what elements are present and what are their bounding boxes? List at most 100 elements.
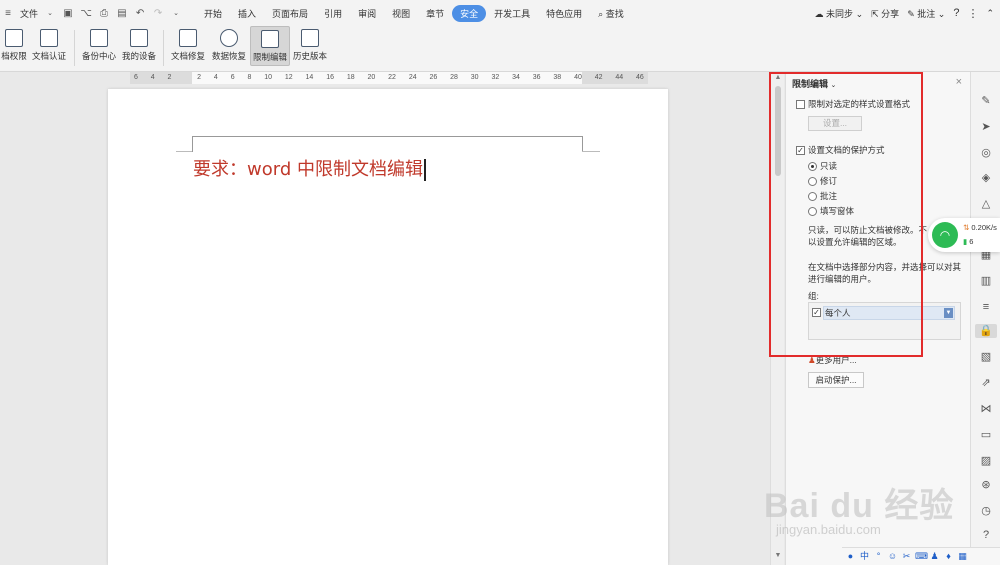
doc-permission-button[interactable]: 档权限	[0, 26, 28, 66]
everyone-checkbox[interactable]: ✓	[812, 308, 821, 317]
file-menu[interactable]: 文件	[20, 7, 38, 20]
tab-home[interactable]: 开始	[196, 5, 230, 22]
ime-emoji-icon[interactable]: ☺	[887, 551, 898, 562]
chevron-down-icon[interactable]: ⌄	[831, 82, 837, 89]
recovery-icon	[220, 29, 238, 47]
more-icon[interactable]: ⋮	[967, 7, 978, 20]
ruler-number: 36	[532, 74, 541, 81]
pen-icon[interactable]: ✎	[979, 94, 993, 108]
ime-scissors-icon[interactable]: ✂	[901, 551, 912, 562]
tab-view[interactable]: 视图	[384, 5, 418, 22]
group-list: ✓ 每个人 ▼	[808, 302, 961, 340]
revision-label: 修订	[820, 176, 838, 186]
tab-security[interactable]: 安全	[452, 4, 487, 22]
ruler-number: 38	[553, 74, 562, 81]
restrict-edit-button[interactable]: 限制编辑	[250, 26, 290, 66]
export-icon[interactable]: ⇗	[979, 376, 993, 390]
ime-logo-icon[interactable]: ●	[845, 551, 856, 562]
ruler-number: 6	[134, 74, 138, 81]
tab-references[interactable]: 引用	[316, 5, 350, 22]
print-icon[interactable]: ⎙	[98, 7, 110, 19]
scroll-thumb[interactable]	[775, 86, 781, 176]
chevron-down-icon[interactable]: ⌄	[44, 7, 56, 19]
option-fill-form[interactable]: 填写窗体	[808, 205, 854, 217]
comment-icon: ✎	[907, 8, 915, 19]
doc-repair-button[interactable]: 文档修复	[168, 26, 208, 66]
more-users-link[interactable]: ♟更多用户...	[808, 354, 857, 366]
comment-button[interactable]: ✎ 批注 ⌄	[907, 7, 945, 20]
ruler-number: 22	[388, 74, 396, 81]
ime-grid-icon[interactable]: ▦	[957, 551, 968, 562]
history-button[interactable]: 历史版本	[290, 26, 330, 66]
cursor-icon[interactable]: ➤	[979, 120, 993, 134]
scroll-up-icon[interactable]: ▲	[774, 74, 782, 81]
collapse-icon[interactable]: ⌃	[986, 8, 994, 19]
tab-review[interactable]: 审阅	[350, 5, 384, 22]
data-recovery-button[interactable]: 数据恢复	[208, 26, 250, 66]
compass-icon[interactable]: ⊛	[979, 478, 993, 492]
protect-option[interactable]: ✓ 设置文档的保护方式	[796, 144, 885, 156]
print-preview-icon[interactable]: ▤	[116, 7, 128, 19]
tab-chapter[interactable]: 章节	[418, 5, 452, 22]
lines-icon[interactable]: ≡	[979, 300, 993, 314]
dropdown-arrow-icon[interactable]: ▼	[944, 308, 953, 318]
start-protect-button[interactable]: 启动保护...	[808, 372, 864, 388]
archive-icon[interactable]: ▭	[979, 428, 993, 442]
option-revision[interactable]: 修订	[808, 175, 837, 187]
backup-center-button[interactable]: 备份中心	[79, 26, 119, 66]
revision-radio[interactable]	[808, 177, 817, 187]
document-text[interactable]: 要求：word 中限制文档编辑	[193, 155, 426, 181]
vertical-scrollbar[interactable]: ▲ ▼	[770, 72, 784, 565]
triangle-icon[interactable]: △	[979, 197, 993, 211]
option-readonly[interactable]: 只读	[808, 160, 837, 172]
location-icon[interactable]: ◎	[979, 146, 993, 160]
readonly-radio[interactable]	[808, 162, 817, 172]
ime-user-icon[interactable]: ♟	[929, 551, 940, 562]
menu-tabs: 开始 插入 页面布局 引用 审阅 视图 章节 安全 开发工具 特色应用 ⌕ 查找	[196, 4, 632, 22]
ruler-number: 6	[230, 74, 235, 81]
redo-icon[interactable]: ↷	[152, 7, 164, 19]
tab-insert[interactable]: 插入	[230, 5, 264, 22]
sync-button[interactable]: ☁ 未同步 ⌄	[815, 7, 864, 20]
settings-button[interactable]: 设置...	[808, 116, 862, 131]
lock-icon[interactable]: 🔒	[975, 324, 997, 338]
customize-icon[interactable]: ⌄	[170, 7, 182, 19]
option-comment[interactable]: 批注	[808, 190, 837, 202]
ime-chinese-icon[interactable]: 中	[859, 551, 870, 562]
share-nodes-icon[interactable]: ⋈	[979, 402, 993, 416]
scroll-down-icon[interactable]: ▼	[774, 552, 782, 559]
history-clock-icon[interactable]: ◷	[979, 504, 993, 518]
format-restrict-option[interactable]: 限制对选定的样式设置格式	[796, 98, 910, 110]
image-icon[interactable]: ▨	[979, 454, 993, 468]
chart-icon[interactable]: ▥	[979, 274, 993, 288]
doc-certify-button[interactable]: 文档认证	[28, 26, 70, 66]
save-icon[interactable]: ▣	[62, 7, 74, 19]
help-circle-icon[interactable]: ?	[979, 528, 993, 542]
tab-page-layout[interactable]: 页面布局	[264, 5, 316, 22]
everyone-select[interactable]: 每个人 ▼	[823, 306, 955, 320]
my-device-button[interactable]: 我的设备	[119, 26, 159, 66]
tab-developer[interactable]: 开发工具	[486, 5, 538, 22]
search-button[interactable]: ⌕ 查找	[590, 5, 632, 22]
ime-keyboard-icon[interactable]: ⌨	[915, 551, 928, 562]
doc-search-icon[interactable]: ▧	[979, 350, 993, 364]
network-widget[interactable]: ◠ ⇅ 0.20K/s ▮ 6	[928, 218, 1000, 252]
share-button[interactable]: ⇱ 分享	[871, 7, 899, 20]
protect-checkbox[interactable]: ✓	[796, 146, 805, 156]
format-painter-icon[interactable]: ⌥	[80, 7, 92, 19]
document-page[interactable]: 要求：word 中限制文档编辑	[108, 89, 668, 565]
comment-radio[interactable]	[808, 192, 817, 202]
fill-form-radio[interactable]	[808, 207, 817, 217]
menu-icon[interactable]: ≡	[2, 7, 14, 19]
close-icon[interactable]: ×	[956, 76, 962, 88]
shapes-icon[interactable]: ◈	[979, 171, 993, 185]
phone-icon: ▮	[963, 237, 968, 246]
quick-access: ≡ 文件 ⌄ ▣ ⌥ ⎙ ▤ ↶ ↷ ⌄	[0, 7, 182, 20]
ime-punct-icon[interactable]: °	[873, 551, 884, 562]
tab-special[interactable]: 特色应用	[538, 5, 590, 22]
undo-icon[interactable]: ↶	[134, 7, 146, 19]
horizontal-ruler[interactable]: 6 4 2 2 4 6 8 10 12 14 16 18 20 22 24 26…	[130, 72, 648, 84]
help-icon[interactable]: ?	[953, 7, 959, 19]
format-restrict-checkbox[interactable]	[796, 100, 805, 110]
ime-skin-icon[interactable]: ♦	[943, 551, 954, 562]
